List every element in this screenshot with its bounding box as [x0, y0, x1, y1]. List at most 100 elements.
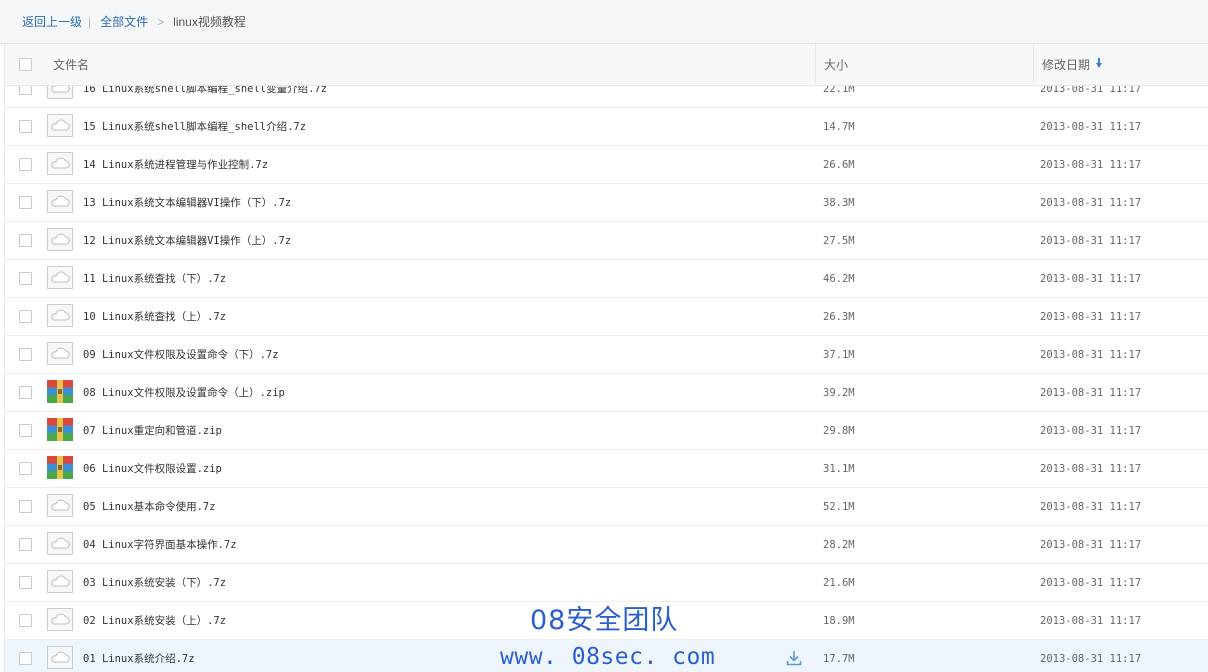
file-name[interactable]: 14 Linux系统进程管理与作业控制.7z — [83, 146, 268, 184]
column-date[interactable]: 修改日期 — [1033, 44, 1208, 85]
table-row[interactable]: 08 Linux文件权限及设置命令（上）.zip 39.2M 2013-08-31 … — [5, 374, 1208, 412]
table-row[interactable]: 07 Linux重定向和管道.zip 29.8M 2013-08-31 11:17 — [5, 412, 1208, 450]
column-header: 文件名 大小 修改日期 — [4, 44, 1208, 86]
cloud-file-icon — [47, 608, 73, 631]
file-name[interactable]: 10 Linux系统查找（上）.7z — [83, 298, 226, 336]
row-checkbox[interactable] — [19, 120, 32, 133]
watermark-title: 08安全团队 — [530, 605, 679, 636]
file-date: 2013-08-31 11:17 — [1040, 653, 1142, 665]
file-name[interactable]: 04 Linux字符界面基本操作.7z — [83, 526, 237, 564]
file-date: 2013-08-31 11:17 — [1040, 387, 1142, 399]
column-name[interactable]: 文件名 — [53, 44, 89, 85]
sort-down-icon[interactable] — [1096, 58, 1103, 68]
row-checkbox[interactable] — [19, 86, 32, 95]
column-size-label: 大小 — [824, 58, 849, 72]
back-link[interactable]: 返回上一级 — [22, 13, 82, 30]
file-size: 38.3M — [823, 197, 855, 209]
current-folder: linux视频教程 — [173, 15, 246, 29]
column-size[interactable]: 大小 — [815, 44, 1033, 85]
file-size: 17.7M — [823, 653, 855, 665]
row-checkbox[interactable] — [19, 234, 32, 247]
file-name[interactable]: 01 Linux系统介绍.7z — [83, 640, 195, 672]
cloud-file-icon — [47, 532, 73, 555]
file-date: 2013-08-31 11:17 — [1040, 501, 1142, 513]
file-date: 2013-08-31 11:17 — [1040, 235, 1142, 247]
breadcrumb-separator: | — [88, 14, 92, 29]
file-date: 2013-08-31 11:17 — [1040, 615, 1142, 627]
zip-archive-icon — [47, 380, 73, 403]
breadcrumb-bar: 返回上一级 | 全部文件 > linux视频教程 — [0, 0, 1208, 44]
row-checkbox[interactable] — [19, 196, 32, 209]
cloud-file-icon — [47, 190, 73, 213]
row-checkbox[interactable] — [19, 500, 32, 513]
file-size: 28.2M — [823, 539, 855, 551]
file-name[interactable]: 03 Linux系统安装（下）.7z — [83, 564, 226, 602]
file-name[interactable]: 08 Linux文件权限及设置命令（上）.zip — [83, 374, 285, 412]
file-size: 46.2M — [823, 273, 855, 285]
table-row[interactable]: 16 Linux系统shell脚本编程_shell变量介绍.7z 22.1M 201… — [5, 86, 1208, 108]
file-date: 2013-08-31 11:17 — [1040, 349, 1142, 361]
file-name[interactable]: 15 Linux系统shell脚本编程_shell介绍.7z — [83, 108, 306, 146]
cloud-file-icon — [47, 570, 73, 593]
table-row[interactable]: 06 Linux文件权限设置.zip 31.1M 2013-08-31 11:17 — [5, 450, 1208, 488]
table-row[interactable]: 09 Linux文件权限及设置命令（下）.7z 37.1M 2013-08-31 1… — [5, 336, 1208, 374]
row-checkbox[interactable] — [19, 424, 32, 437]
column-name-label: 文件名 — [53, 58, 90, 72]
row-checkbox[interactable] — [19, 158, 32, 171]
download-icon[interactable] — [785, 649, 803, 667]
row-checkbox[interactable] — [19, 462, 32, 475]
cloud-file-icon — [47, 152, 73, 175]
table-row[interactable]: 11 Linux系统查找（下）.7z 46.2M 2013-08-31 11:17 — [5, 260, 1208, 298]
file-size: 26.3M — [823, 311, 855, 323]
row-checkbox[interactable] — [19, 348, 32, 361]
row-checkbox[interactable] — [19, 538, 32, 551]
file-date: 2013-08-31 11:17 — [1040, 463, 1142, 475]
file-date: 2013-08-31 11:17 — [1040, 311, 1142, 323]
table-row[interactable]: 14 Linux系统进程管理与作业控制.7z 26.6M 2013-08-31 11… — [5, 146, 1208, 184]
file-name[interactable]: 11 Linux系统查找（下）.7z — [83, 260, 226, 298]
file-size: 37.1M — [823, 349, 855, 361]
file-name[interactable]: 12 Linux系统文本编辑器VI操作（上）.7z — [83, 222, 291, 260]
cloud-file-icon — [47, 304, 73, 327]
cloud-file-icon — [47, 114, 73, 137]
row-checkbox[interactable] — [19, 576, 32, 589]
table-row[interactable]: 15 Linux系统shell脚本编程_shell介绍.7z 14.7M 2013-… — [5, 108, 1208, 146]
file-date: 2013-08-31 11:17 — [1040, 425, 1142, 437]
file-name[interactable]: 16 Linux系统shell脚本编程_shell变量介绍.7z — [83, 86, 327, 108]
file-date: 2013-08-31 11:17 — [1040, 197, 1142, 209]
zip-archive-icon — [47, 418, 73, 441]
file-size: 52.1M — [823, 501, 855, 513]
file-date: 2013-08-31 11:17 — [1040, 121, 1142, 133]
file-name[interactable]: 13 Linux系统文本编辑器VI操作（下）.7z — [83, 184, 291, 222]
file-size: 26.6M — [823, 159, 855, 171]
zip-archive-icon — [47, 456, 73, 479]
table-row[interactable]: 03 Linux系统安装（下）.7z 21.6M 2013-08-31 11:17 — [5, 564, 1208, 602]
file-name[interactable]: 06 Linux文件权限设置.zip — [83, 450, 222, 488]
row-checkbox[interactable] — [19, 614, 32, 627]
table-row[interactable]: 04 Linux字符界面基本操作.7z 28.2M 2013-08-31 11:17 — [5, 526, 1208, 564]
row-checkbox[interactable] — [19, 310, 32, 323]
file-list: 16 Linux系统shell脚本编程_shell变量介绍.7z 22.1M 201… — [4, 86, 1208, 672]
select-all-checkbox[interactable] — [19, 58, 32, 71]
row-checkbox[interactable] — [19, 386, 32, 399]
file-name[interactable]: 07 Linux重定向和管道.zip — [83, 412, 222, 450]
cloud-file-icon — [47, 342, 73, 365]
file-name[interactable]: 05 Linux基本命令使用.7z — [83, 488, 216, 526]
file-size: 27.5M — [823, 235, 855, 247]
cloud-file-icon — [47, 86, 73, 99]
all-files-link[interactable]: 全部文件 — [100, 13, 148, 30]
table-row[interactable]: 12 Linux系统文本编辑器VI操作（上）.7z 27.5M 2013-08-31… — [5, 222, 1208, 260]
table-row[interactable]: 13 Linux系统文本编辑器VI操作（下）.7z 38.3M 2013-08-31… — [5, 184, 1208, 222]
cloud-file-icon — [47, 228, 73, 251]
cloud-file-icon — [47, 494, 73, 517]
table-row[interactable]: 10 Linux系统查找（上）.7z 26.3M 2013-08-31 11:17 — [5, 298, 1208, 336]
cloud-file-icon — [47, 266, 73, 289]
file-name[interactable]: 02 Linux系统安装（上）.7z — [83, 602, 226, 640]
file-size: 14.7M — [823, 121, 855, 133]
file-size: 39.2M — [823, 387, 855, 399]
row-checkbox[interactable] — [19, 652, 32, 665]
table-row[interactable]: 05 Linux基本命令使用.7z 52.1M 2013-08-31 11:17 — [5, 488, 1208, 526]
row-checkbox[interactable] — [19, 272, 32, 285]
file-name[interactable]: 09 Linux文件权限及设置命令（下）.7z — [83, 336, 279, 374]
file-date: 2013-08-31 11:17 — [1040, 539, 1142, 551]
